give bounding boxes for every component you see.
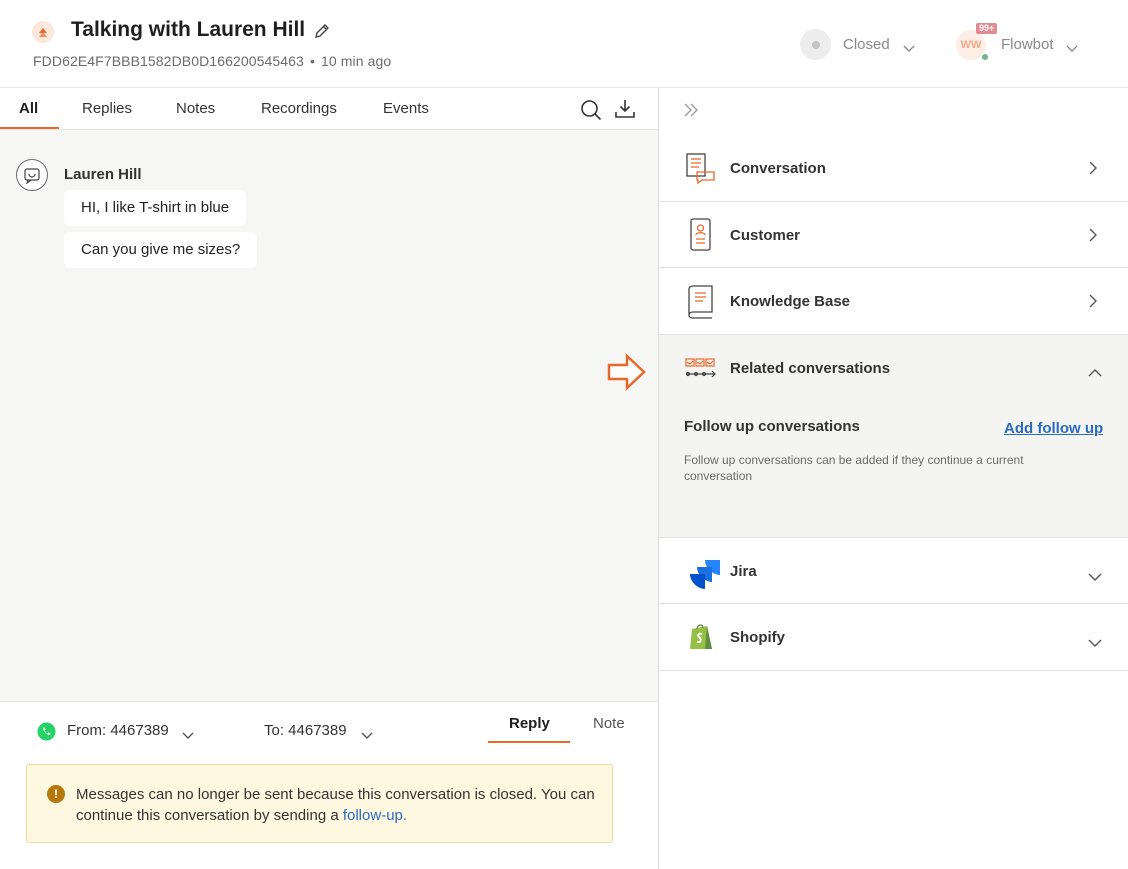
- section-customer[interactable]: Customer: [659, 202, 1128, 268]
- chevron-up-icon[interactable]: [1088, 364, 1102, 382]
- section-label: Customer: [730, 227, 801, 244]
- customer-icon: [685, 218, 717, 257]
- tab-all[interactable]: All: [19, 100, 38, 117]
- details-sidebar: Conversation Customer Knowledge Base Rel…: [659, 88, 1128, 869]
- double-chevron-right-icon[interactable]: [683, 102, 699, 123]
- chevron-right-icon[interactable]: [1088, 294, 1098, 313]
- chevron-down-icon[interactable]: [1088, 634, 1102, 652]
- message-bubble: HI, I like T-shirt in blue: [64, 190, 247, 226]
- meta-separator: •: [309, 53, 315, 69]
- conversation-icon: [685, 152, 717, 189]
- channel-avatar-icon: [16, 159, 48, 191]
- tab-reply[interactable]: Reply: [509, 715, 550, 732]
- search-icon[interactable]: [580, 99, 602, 126]
- section-label: Related conversations: [730, 360, 891, 377]
- section-knowledge-base[interactable]: Knowledge Base: [659, 268, 1128, 335]
- section-conversation[interactable]: Conversation: [659, 135, 1128, 202]
- section-shopify[interactable]: Shopify: [659, 604, 1128, 671]
- reply-composer: From: 4467389 To: 4467389 Reply Note ! M…: [0, 701, 658, 869]
- tab-notes[interactable]: Notes: [176, 100, 215, 117]
- active-tab-indicator: [0, 127, 59, 129]
- follow-up-title: Follow up conversations: [684, 418, 860, 435]
- chevron-down-icon[interactable]: [182, 727, 194, 745]
- tab-replies[interactable]: Replies: [82, 100, 132, 117]
- section-label: Conversation: [730, 160, 826, 177]
- closed-conversation-notice: ! Messages can no longer be sent because…: [26, 764, 613, 843]
- conversation-id: FDD62E4F7BBB1582DB0D166200545463: [33, 53, 304, 69]
- download-icon[interactable]: [614, 98, 636, 125]
- tab-events[interactable]: Events: [383, 100, 429, 117]
- tab-note[interactable]: Note: [593, 715, 625, 732]
- follow-up-link[interactable]: follow-up.: [343, 807, 407, 824]
- chevron-right-icon[interactable]: [1088, 161, 1098, 180]
- whatsapp-icon: [37, 722, 56, 746]
- message-author: Lauren Hill: [64, 166, 142, 183]
- edit-title-icon[interactable]: [313, 22, 331, 45]
- knowledge-base-icon: [685, 285, 717, 324]
- add-follow-up-link[interactable]: Add follow up: [1004, 420, 1103, 437]
- status-indicator[interactable]: [800, 29, 831, 60]
- status-dropdown[interactable]: Closed: [843, 36, 890, 53]
- agent-dropdown[interactable]: Flowbot: [1001, 36, 1054, 53]
- notification-badge: 99+: [976, 23, 998, 34]
- chevron-down-icon[interactable]: [1088, 568, 1102, 586]
- brand-logo-icon: [32, 21, 54, 43]
- shopify-icon: [689, 623, 713, 656]
- conversation-panel: All Replies Notes Recordings Events Laur…: [0, 88, 658, 869]
- page-title: Talking with Lauren Hill: [71, 18, 306, 41]
- from-selector[interactable]: From: 4467389: [67, 722, 169, 739]
- online-status-dot: [981, 53, 989, 61]
- conversation-time: 10 min ago: [320, 53, 392, 69]
- to-selector[interactable]: To: 4467389: [264, 722, 347, 739]
- chevron-down-icon[interactable]: [903, 40, 915, 58]
- section-related-conversations[interactable]: Related conversations: [659, 335, 1128, 402]
- conversation-tabs: All Replies Notes Recordings Events: [0, 88, 658, 130]
- notice-message: Messages can no longer be sent because t…: [76, 786, 595, 824]
- section-label: Jira: [730, 563, 757, 580]
- conversation-meta: FDD62E4F7BBB1582DB0D166200545463 • 10 min …: [33, 53, 391, 69]
- related-conversations-icon: [685, 358, 717, 385]
- section-label: Knowledge Base: [730, 293, 851, 310]
- warning-icon: !: [47, 785, 65, 803]
- related-conversations-panel: Follow up conversations Add follow up Fo…: [659, 401, 1128, 538]
- tab-recordings[interactable]: Recordings: [261, 100, 337, 117]
- jira-icon: [689, 558, 721, 597]
- chevron-right-icon[interactable]: [1088, 228, 1098, 247]
- message-bubble: Can you give me sizes?: [64, 232, 258, 268]
- section-label: Shopify: [730, 629, 785, 646]
- chevron-down-icon[interactable]: [361, 727, 373, 745]
- notice-text: Messages can no longer be sent because t…: [76, 784, 601, 826]
- conversation-header: Talking with Lauren Hill FDD62E4F7BBB158…: [0, 0, 1128, 88]
- follow-up-description: Follow up conversations can be added if …: [684, 453, 1024, 483]
- section-jira[interactable]: Jira: [659, 538, 1128, 604]
- arrow-right-icon: [606, 352, 648, 397]
- chevron-down-icon[interactable]: [1066, 40, 1078, 58]
- active-tab-indicator: [488, 741, 570, 743]
